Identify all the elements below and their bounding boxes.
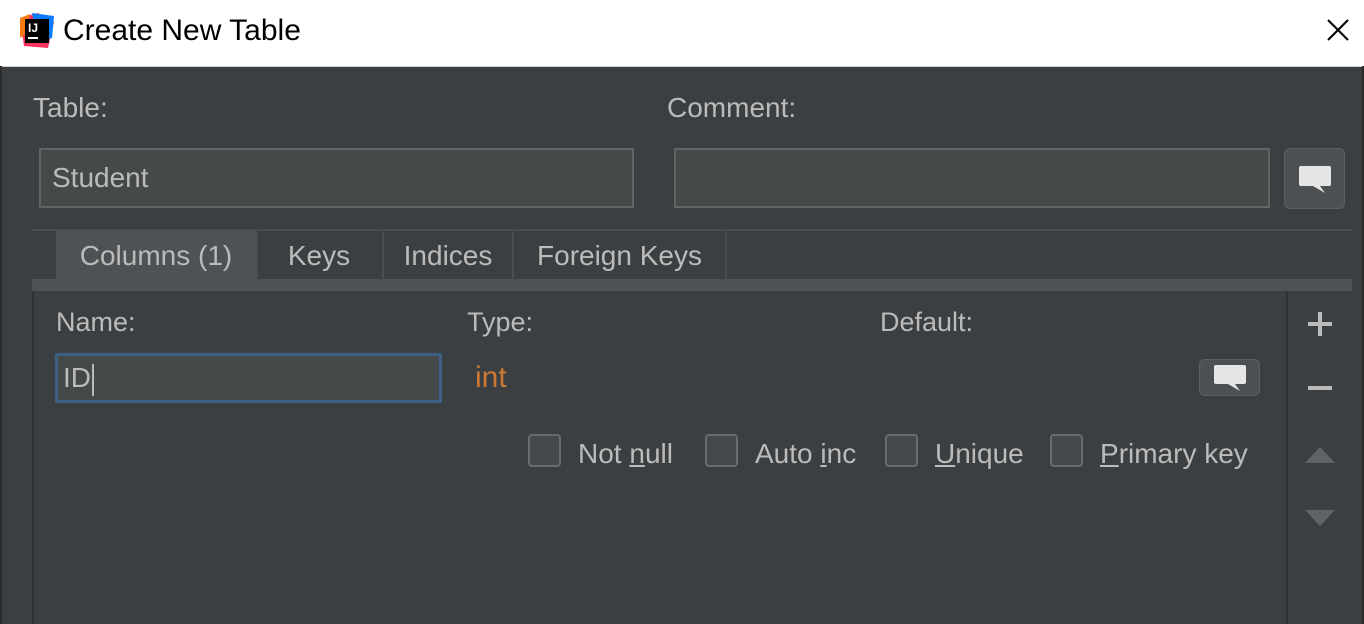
svg-text:IJ: IJ xyxy=(28,21,38,35)
comment-bubble-icon xyxy=(1298,165,1331,193)
remove-column-button[interactable] xyxy=(1296,366,1344,410)
not-null-checkbox[interactable] xyxy=(528,434,561,467)
column-name-label: Name: xyxy=(56,307,136,337)
tab-keys[interactable]: Keys xyxy=(256,231,384,281)
table-label: Table: xyxy=(33,92,108,123)
primary-key-mnemonic: P xyxy=(1100,438,1119,469)
primary-key-checkbox[interactable] xyxy=(1050,434,1083,467)
add-column-button[interactable] xyxy=(1296,302,1344,346)
intellij-idea-icon: IJ xyxy=(20,13,54,48)
move-up-button[interactable] xyxy=(1296,433,1344,477)
unique-label[interactable]: Unique xyxy=(935,437,1024,471)
comment-edit-button[interactable] xyxy=(1284,148,1345,209)
auto-inc-checkbox[interactable] xyxy=(705,434,738,467)
column-type-value[interactable]: int xyxy=(475,360,507,396)
table-name-input[interactable]: Student xyxy=(39,148,634,208)
default-comment-button[interactable] xyxy=(1199,359,1260,396)
title-bar: IJ Create New Table xyxy=(0,0,1364,67)
not-null-label[interactable]: Not null xyxy=(578,437,673,471)
add-icon xyxy=(1308,312,1332,336)
auto-inc-label[interactable]: Auto inc xyxy=(755,437,856,471)
unique-label-post: nique xyxy=(955,438,1024,469)
unique-checkbox[interactable] xyxy=(885,434,918,467)
move-up-icon xyxy=(1305,447,1335,463)
tab-columns[interactable]: Columns (1) xyxy=(56,231,258,281)
not-null-label-post: ull xyxy=(644,438,673,469)
close-icon[interactable] xyxy=(1323,15,1353,45)
primary-key-label-post: rimary key xyxy=(1118,438,1248,469)
move-down-icon xyxy=(1305,510,1335,526)
window-border-left xyxy=(0,66,2,624)
comment-bubble-icon xyxy=(1213,364,1246,391)
auto-inc-label-post: nc xyxy=(826,438,857,469)
primary-key-label[interactable]: Primary key xyxy=(1100,437,1248,471)
unique-mnemonic: U xyxy=(935,438,956,469)
column-name-value: ID xyxy=(63,362,91,393)
column-type-label: Type: xyxy=(467,307,534,337)
comment-label: Comment: xyxy=(667,92,797,123)
text-caret xyxy=(92,363,94,396)
comment-input[interactable] xyxy=(674,148,1270,208)
tab-indices[interactable]: Indices xyxy=(384,231,514,281)
not-null-mnemonic: n xyxy=(629,438,645,469)
tab-foreign-keys[interactable]: Foreign Keys xyxy=(514,231,727,281)
column-name-input[interactable]: ID xyxy=(55,353,442,403)
not-null-label-pre: Not xyxy=(578,438,630,469)
auto-inc-label-pre: Auto xyxy=(755,438,821,469)
window-title: Create New Table xyxy=(63,14,301,47)
column-default-label: Default: xyxy=(880,307,974,337)
move-down-button[interactable] xyxy=(1296,496,1344,540)
remove-icon xyxy=(1308,386,1332,390)
